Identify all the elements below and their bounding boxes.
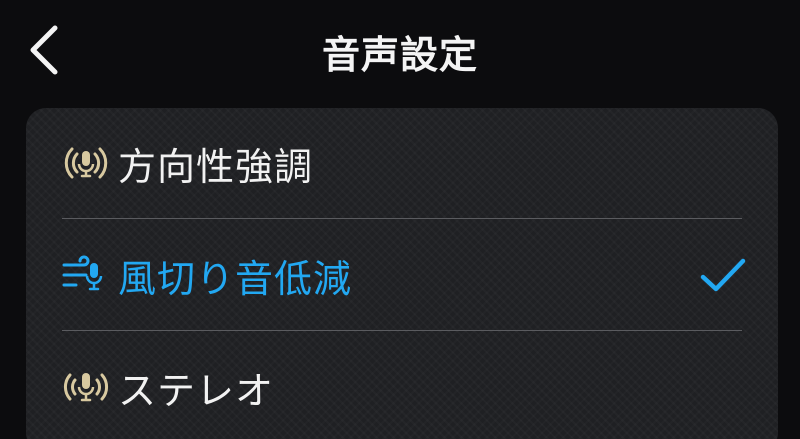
wind-reduction-mic-icon [58,247,114,303]
option-label: 風切り音低減 [118,256,353,301]
header-bar: 音声設定 [0,0,800,100]
option-label: ステレオ [118,368,275,413]
option-directional[interactable]: 方向性強調 [26,108,778,218]
audio-options-panel: 方向性強調 風切り音低減 ステレオ [26,108,778,439]
page-title: 音声設定 [321,33,478,77]
stereo-mic-icon [58,359,114,415]
divider [62,330,742,331]
option-wind-reduction[interactable]: 風切り音低減 [26,220,778,330]
option-stereo[interactable]: ステレオ [26,332,778,439]
audio-settings-screen: 音声設定 方向性強調 風切り音低減 ステレオ [0,0,800,439]
checkmark-icon [698,250,748,300]
option-label: 方向性強調 [118,144,314,189]
divider [62,218,742,219]
directional-mic-icon [58,135,114,191]
